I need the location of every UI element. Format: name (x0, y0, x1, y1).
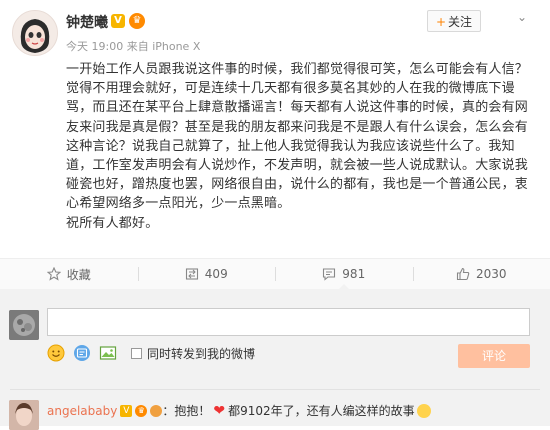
laugh-cry-emoji-icon (417, 404, 431, 418)
submit-comment-button[interactable]: 评论 (458, 344, 530, 368)
at-icon[interactable] (73, 344, 91, 362)
commenter-name[interactable]: angelababy (47, 404, 117, 418)
star-icon (47, 267, 61, 281)
comment-icon (322, 267, 336, 281)
comment-input[interactable] (47, 308, 530, 336)
author-name[interactable]: 钟楚曦 (66, 12, 108, 32)
avatar[interactable] (12, 10, 58, 56)
image-icon[interactable] (99, 344, 117, 362)
like-button[interactable]: 2030 (413, 259, 550, 289)
plus-icon: + (436, 15, 446, 29)
vip-crown-icon: ♛ (129, 13, 145, 29)
comment-toolbar: 同时转发到我的微博 (47, 344, 255, 362)
avatar[interactable] (9, 310, 39, 340)
repost-count: 409 (205, 267, 228, 281)
chevron-down-icon[interactable]: ⌄ (517, 10, 527, 24)
also-repost-label: 同时转发到我的微博 (147, 345, 255, 362)
action-bar: 收藏 409 981 2030 (0, 259, 550, 289)
post-paragraph: 祝所有人都好。 (66, 214, 534, 233)
comment-text: ：抱抱！ (162, 402, 210, 419)
like-count: 2030 (476, 267, 507, 281)
follow-button[interactable]: +关注 (427, 10, 481, 32)
repost-icon (185, 267, 199, 281)
vip-crown-icon: ♛ (135, 405, 147, 417)
follow-label: 关注 (448, 15, 472, 29)
comment-button[interactable]: 981 (275, 259, 413, 289)
verified-badge-icon: V (120, 405, 132, 417)
favorite-button[interactable]: 收藏 (0, 259, 138, 289)
thumbs-up-icon (456, 267, 470, 281)
post-meta: 今天 19:00 来自 iPhone X (66, 38, 200, 54)
emoji-icon[interactable] (47, 344, 65, 362)
comment-text: 都9102年了，还有人编这样的故事 (228, 402, 415, 419)
also-repost-checkbox[interactable] (131, 348, 142, 359)
favorite-label: 收藏 (67, 266, 91, 283)
comment-count: 981 (342, 267, 365, 281)
heart-icon: ❤ (213, 403, 225, 419)
post-body: 一开始工作人员跟我说这件事的时候，我们都觉得很可笑，怎么可能会有人信？觉得不用理… (66, 60, 534, 233)
repost-button[interactable]: 409 (138, 259, 276, 289)
comment-item: angelababy V ♛ ：抱抱！ ❤ 都9102年了，还有人编这样的故事 (0, 390, 550, 426)
comment-line: angelababy V ♛ ：抱抱！ ❤ 都9102年了，还有人编这样的故事 (47, 402, 431, 419)
comment-panel: 同时转发到我的微博 评论 angelababy V ♛ ：抱抱！ ❤ 都9102… (0, 289, 550, 426)
medal-icon (150, 405, 162, 417)
post-paragraph: 一开始工作人员跟我说这件事的时候，我们都觉得很可笑，怎么可能会有人信？觉得不用理… (66, 60, 534, 214)
verified-badge-icon: V (111, 14, 125, 28)
